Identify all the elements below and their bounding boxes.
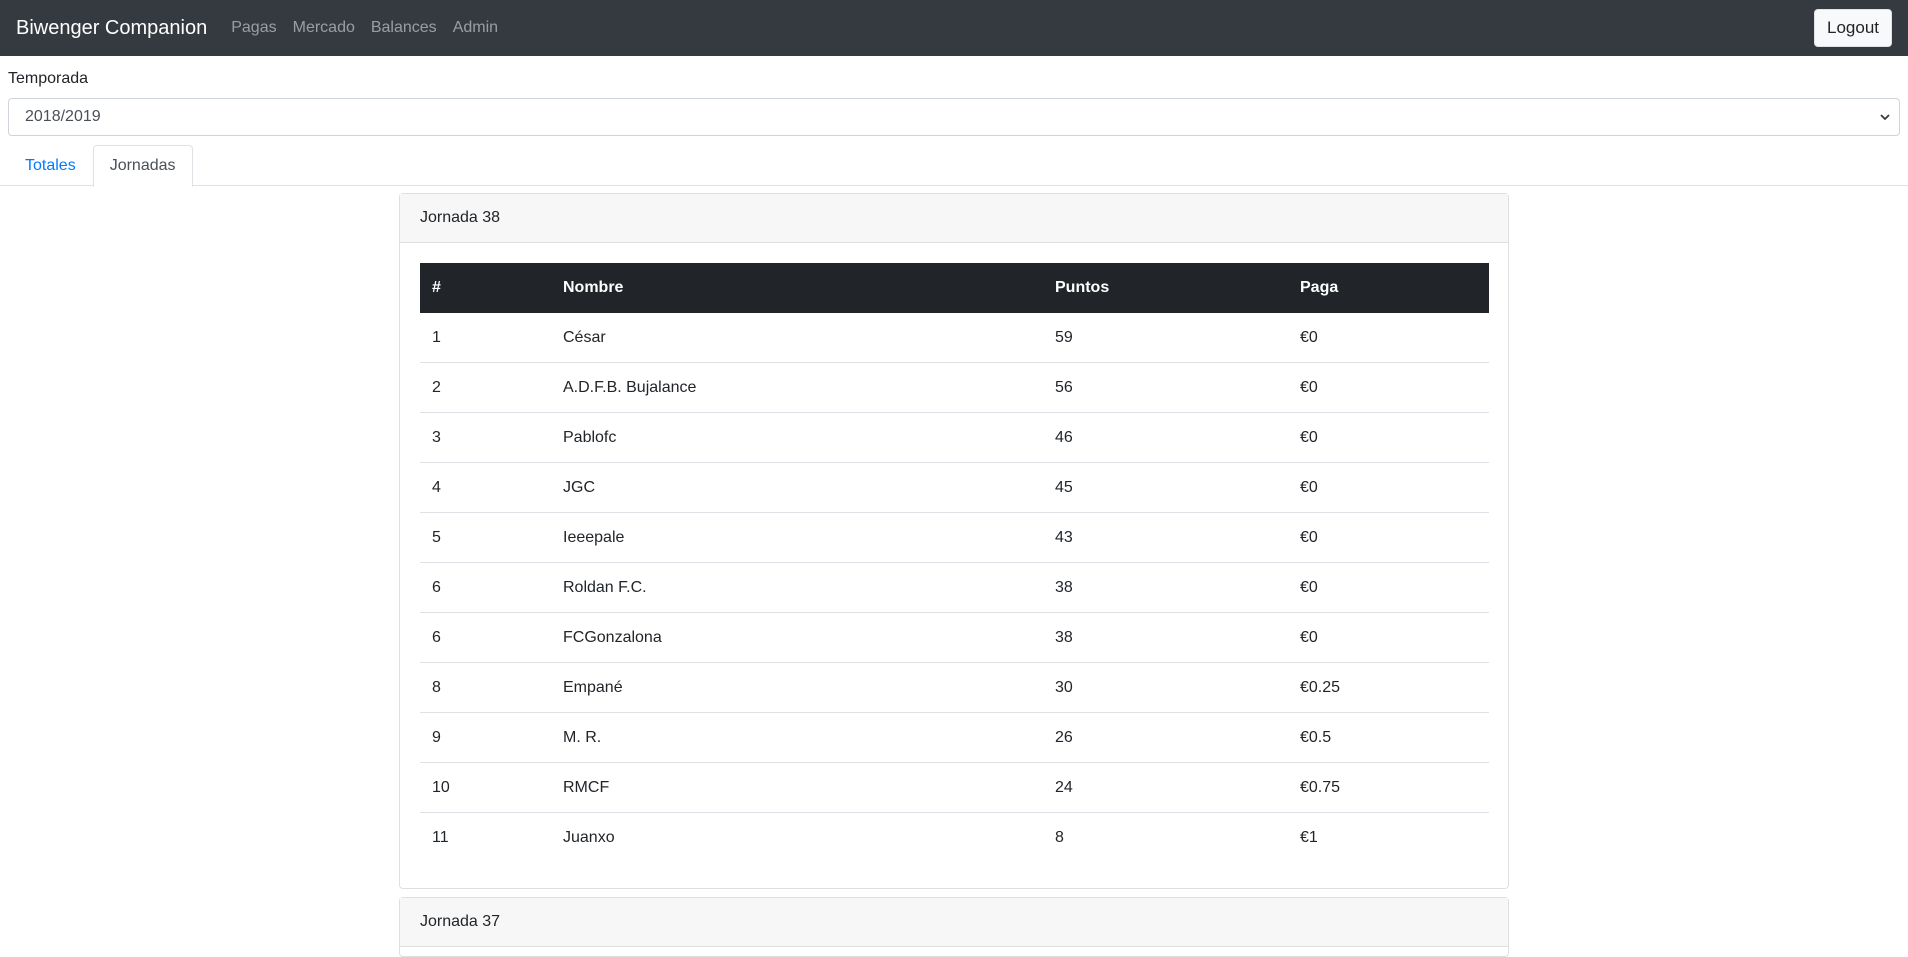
logout-button[interactable]: Logout (1814, 9, 1892, 47)
table-row: 5 Ieeepale 43 €0 (420, 512, 1489, 563)
chevron-down-icon (1880, 114, 1890, 121)
cell-rank: 11 (420, 812, 551, 862)
cell-rank: 5 (420, 512, 551, 563)
cell-nombre: Pablofc (551, 412, 1043, 463)
cell-puntos: 46 (1043, 412, 1288, 463)
table-header-row: # Nombre Puntos Paga (420, 263, 1489, 313)
cell-rank: 2 (420, 362, 551, 413)
cell-puntos: 38 (1043, 612, 1288, 663)
cell-paga: €0.5 (1288, 712, 1489, 763)
cell-nombre: RMCF (551, 762, 1043, 813)
cell-paga: €0 (1288, 412, 1489, 463)
column-header-nombre: Nombre (563, 279, 624, 296)
nav-link-balances[interactable]: Balances (371, 19, 437, 37)
cell-puntos: 45 (1043, 462, 1288, 513)
cell-rank: 9 (420, 712, 551, 763)
cell-paga: €0 (1288, 362, 1489, 413)
cell-puntos: 56 (1043, 362, 1288, 413)
cell-rank: 4 (420, 462, 551, 513)
nav-link-pagas[interactable]: Pagas (231, 19, 276, 37)
cell-puntos: 30 (1043, 662, 1288, 713)
season-label: Temporada (8, 70, 89, 87)
cell-nombre: JGC (551, 462, 1043, 513)
column-header-paga: Paga (1300, 279, 1339, 296)
column-header-rank: # (432, 279, 441, 296)
cell-puntos: 59 (1055, 328, 1073, 346)
column-header-puntos: Puntos (1055, 279, 1110, 296)
cell-paga: €0 (1288, 562, 1489, 613)
table-row: 2 A.D.F.B. Bujalance 56 €0 (420, 362, 1489, 413)
cell-nombre: Roldan F.C. (551, 562, 1043, 613)
table-row: 1 César 59 €0 (420, 313, 1489, 363)
cell-paga: €1 (1288, 812, 1489, 862)
table-row: 10 RMCF 24 €0.75 (420, 762, 1489, 813)
cell-puntos: 43 (1043, 512, 1288, 563)
cell-rank: 6 (420, 612, 551, 663)
cell-nombre: Empané (551, 662, 1043, 713)
table-row: 9 M. R. 26 €0.5 (420, 712, 1489, 763)
cell-paga: €0 (1288, 462, 1489, 513)
cell-nombre: Ieeepale (551, 512, 1043, 563)
cell-puntos: 26 (1043, 712, 1288, 763)
top-navbar: Biwenger Companion Pagas Mercado Balance… (0, 0, 1908, 56)
cell-paga: €0 (1300, 328, 1318, 346)
jornada-title: Jornada 37 (400, 898, 1508, 947)
cell-nombre: César (563, 328, 606, 346)
nav-link-admin[interactable]: Admin (453, 19, 498, 37)
table-row: 6 FCGonzalona 38 €0 (420, 612, 1489, 663)
cell-rank: 6 (420, 562, 551, 613)
cell-paga: €0.75 (1288, 762, 1489, 813)
cell-rank: 3 (420, 412, 551, 463)
table-row: 6 Roldan F.C. 38 €0 (420, 562, 1489, 613)
cell-nombre: A.D.F.B. Bujalance (551, 362, 1043, 413)
table-row: 3 Pablofc 46 €0 (420, 412, 1489, 463)
nav-link-mercado[interactable]: Mercado (293, 19, 355, 37)
cell-paga: €0.25 (1288, 662, 1489, 713)
cell-nombre: FCGonzalona (551, 612, 1043, 663)
nav-links: Pagas Mercado Balances Admin (231, 19, 498, 37)
cell-nombre: M. R. (551, 712, 1043, 763)
view-tabs: Totales Jornadas (0, 145, 1908, 187)
cell-rank: 8 (420, 662, 551, 713)
standings-table: # Nombre Puntos Paga 1 César 59 €0 2 A.D… (420, 263, 1489, 862)
tab-totales[interactable]: Totales (8, 145, 93, 186)
tab-jornadas[interactable]: Jornadas (92, 145, 193, 187)
season-section: Temporada 2018/2019 (0, 69, 1908, 136)
cell-puntos: 24 (1043, 762, 1288, 813)
cell-puntos: 38 (1043, 562, 1288, 613)
cell-paga: €0 (1288, 512, 1489, 563)
table-row: 4 JGC 45 €0 (420, 462, 1489, 513)
table-row: 11 Juanxo 8 €1 (420, 812, 1489, 862)
cell-nombre: Juanxo (551, 812, 1043, 862)
cell-paga: €0 (1288, 612, 1489, 663)
jornada-card: Jornada 38 # Nombre Puntos Paga 1 César … (399, 193, 1509, 889)
jornada-card: Jornada 37 (399, 897, 1509, 957)
table-row: 8 Empané 30 €0.25 (420, 662, 1489, 713)
jornada-title: Jornada 38 (400, 194, 1508, 243)
jornada-body: # Nombre Puntos Paga 1 César 59 €0 2 A.D… (400, 243, 1508, 862)
cell-rank: 10 (420, 762, 551, 813)
cell-puntos: 8 (1043, 812, 1288, 862)
cell-rank: 1 (432, 328, 441, 346)
season-select[interactable]: 2018/2019 (8, 98, 1900, 136)
season-selected-value: 2018/2019 (25, 108, 101, 125)
app-brand[interactable]: Biwenger Companion (16, 17, 207, 40)
